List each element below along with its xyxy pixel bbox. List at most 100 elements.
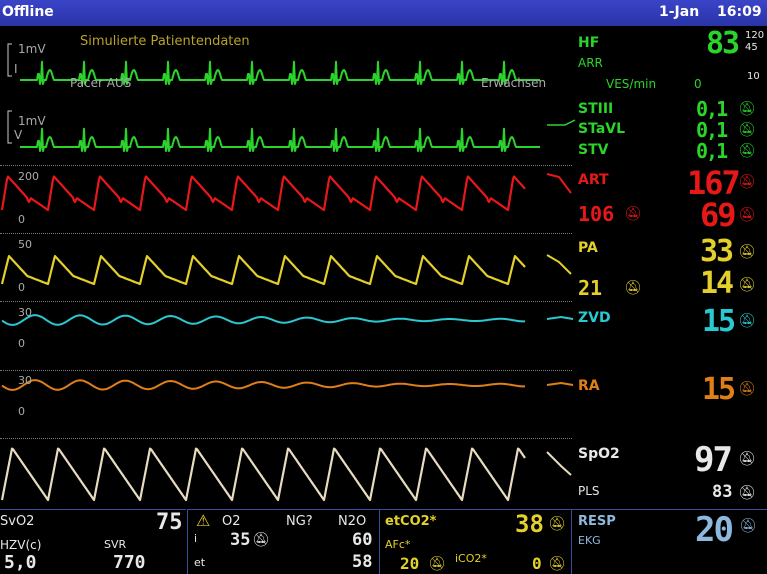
pa-systolic[interactable]: 33 xyxy=(700,234,734,269)
ra-pressure-waveform xyxy=(1,379,525,391)
spo2-label: SpO2 xyxy=(578,446,620,462)
pls-value[interactable]: 83 xyxy=(712,482,732,502)
alarm-off-bell-icon: 🔕︎ xyxy=(738,485,756,501)
time-text: 16:09 xyxy=(717,4,762,20)
pls-label: PLS xyxy=(578,484,600,498)
art-scale-bottom: 0 xyxy=(18,213,25,226)
ra-scale-top: 30 xyxy=(18,374,32,387)
pa-label: PA xyxy=(578,240,598,256)
alarm-off-bell-icon: 🔕︎ xyxy=(738,244,756,260)
alarm-off-bell-icon: 🔕︎ xyxy=(738,277,756,293)
ecg-calibration-bracket-1 xyxy=(7,43,12,77)
st-avl-label: STaVL xyxy=(578,121,626,137)
spo2-value[interactable]: 97 xyxy=(694,440,733,480)
svr-label: SVR xyxy=(104,538,127,551)
alarm-off-bell-icon: 🔕︎ xyxy=(738,207,756,223)
pa-diastolic[interactable]: 14 xyxy=(700,266,734,301)
etco2-panel[interactable]: etCO2* 38 🔕︎ AFc* 20 🔕︎ iCO2* 0 🔕︎ xyxy=(379,509,571,574)
hf-label: HF xyxy=(578,35,600,51)
n2o-et-value[interactable]: 58 xyxy=(352,552,372,572)
n2o-inspired-value[interactable]: 60 xyxy=(352,530,372,550)
simulated-data-caption: Simulierte Patientendaten xyxy=(80,34,250,49)
alarm-off-bell-icon: 🔕︎ xyxy=(738,143,756,159)
alarm-off-bell-icon: 🔕︎ xyxy=(738,313,756,329)
svo2-value[interactable]: 75 xyxy=(156,510,183,535)
hf-alarm-high: 120 xyxy=(745,30,765,41)
et-label: et xyxy=(194,556,206,569)
pa-mean[interactable]: 21 xyxy=(578,276,602,300)
warning-triangle-icon: ⚠ xyxy=(196,511,211,530)
etco2-label: etCO2* xyxy=(385,514,437,529)
ecg1-lead-label: I xyxy=(14,62,18,76)
ico2-value[interactable]: 0 xyxy=(532,554,542,573)
ves-value[interactable]: 0 xyxy=(694,77,702,91)
alarm-off-bell-icon: 🔕︎ xyxy=(738,122,756,138)
etco2-value[interactable]: 38 xyxy=(515,510,544,538)
date-text: 1-Jan xyxy=(659,4,700,20)
ra-value[interactable]: 15 xyxy=(702,372,736,407)
ra-scale-bottom: 0 xyxy=(18,405,25,418)
hzv-label: HZV(c) xyxy=(0,538,42,552)
inspired-label: i xyxy=(194,532,198,545)
pa-scale-top: 50 xyxy=(18,238,32,251)
svr-value[interactable]: 770 xyxy=(113,552,146,573)
ecg-lead-v-waveform xyxy=(20,127,540,152)
hf-value[interactable]: 83 xyxy=(706,26,740,61)
alarm-off-bell-icon: 🔕︎ xyxy=(738,381,756,397)
st-v-value[interactable]: 0,1 xyxy=(696,139,728,163)
zvd-label: ZVD xyxy=(578,310,611,326)
patient-type: Erwachsen xyxy=(481,76,547,90)
hzv-value[interactable]: 5,0 xyxy=(4,552,37,573)
svo2-label: SvO2 xyxy=(0,514,35,529)
zvd-scale-bottom: 0 xyxy=(18,337,25,350)
zvd-pressure-waveform xyxy=(1,314,525,326)
ecg1-scale: 1mV xyxy=(18,42,46,56)
ecg2-lead-label: V xyxy=(14,128,23,142)
pa-pressure-waveform xyxy=(0,255,526,286)
anesthetic-gas-panel[interactable]: ⚠ O2 NG? N2O i 35 🔕︎ 60 et 58 xyxy=(187,509,379,574)
ra-label: RA xyxy=(578,378,600,394)
st-v-label: STV xyxy=(578,142,609,158)
st-iii-label: STIII xyxy=(578,101,614,117)
o2-value[interactable]: 35 xyxy=(230,530,250,550)
pa-scale-bottom: 0 xyxy=(18,281,25,294)
alarm-off-bell-icon: 🔕︎ xyxy=(624,206,642,222)
waveform-stubs xyxy=(546,119,576,476)
title-bar: Offline 1-Jan 16:09 xyxy=(0,0,767,26)
afc-label: AFc* xyxy=(385,538,411,551)
o2-label: O2 xyxy=(222,514,241,529)
alarm-off-bell-icon: 🔕︎ xyxy=(739,518,757,534)
alarm-off-bell-icon: 🔕︎ xyxy=(548,556,566,572)
art-diastolic[interactable]: 69 xyxy=(700,196,737,234)
alarm-off-bell-icon: 🔕︎ xyxy=(428,556,446,572)
resp-label: RESP xyxy=(578,514,616,529)
ves-limit: 10 xyxy=(747,71,760,82)
separator xyxy=(0,438,572,439)
alarm-off-bell-icon: 🔕︎ xyxy=(738,451,756,467)
svo2-panel[interactable]: SvO2 75 HZV(c) SVR 5,0 770 xyxy=(0,509,186,574)
art-mean[interactable]: 106 xyxy=(578,202,614,226)
ng-label: NG? xyxy=(286,514,313,529)
alarm-off-bell-icon: 🔕︎ xyxy=(624,280,642,296)
hf-alarm-low: 45 xyxy=(745,42,758,53)
resp-value[interactable]: 20 xyxy=(695,510,734,550)
alarm-off-bell-icon: 🔕︎ xyxy=(738,101,756,117)
status-text: Offline xyxy=(2,4,54,20)
resp-panel[interactable]: RESP EKG 20 🔕︎ xyxy=(571,509,767,574)
afc-value[interactable]: 20 xyxy=(400,554,419,573)
alarm-off-bell-icon: 🔕︎ xyxy=(738,174,756,190)
resp-source: EKG xyxy=(578,534,601,547)
ico2-label: iCO2* xyxy=(455,552,487,565)
zvd-value[interactable]: 15 xyxy=(702,304,736,339)
art-label: ART xyxy=(578,172,609,188)
alarm-off-bell-icon: 🔕︎ xyxy=(548,516,566,532)
spo2-pleth-waveform xyxy=(0,447,526,502)
alarm-off-bell-icon: 🔕︎ xyxy=(252,532,270,548)
pacer-status: Pacer AUS xyxy=(70,76,132,90)
arr-label: ARR xyxy=(578,56,603,70)
zvd-scale-top: 30 xyxy=(18,306,32,319)
art-scale-top: 200 xyxy=(18,170,39,183)
n2o-label: N2O xyxy=(338,514,367,529)
art-pressure-waveform xyxy=(0,175,526,212)
ves-label: VES/min xyxy=(606,77,657,91)
